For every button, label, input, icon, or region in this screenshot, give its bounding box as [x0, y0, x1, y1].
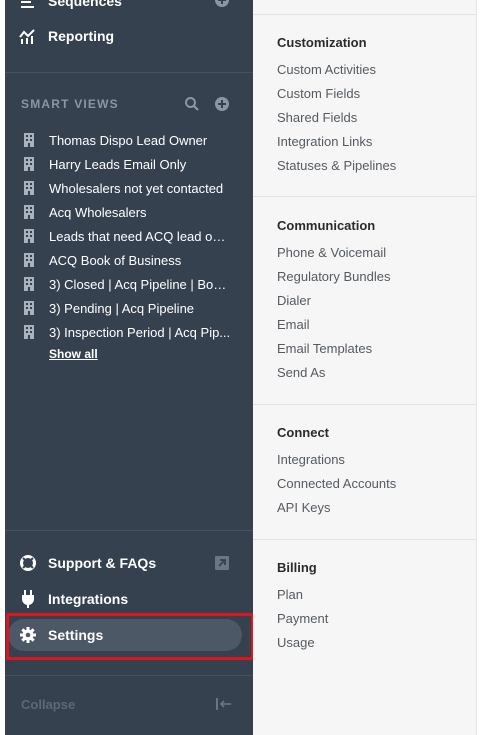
settings-link[interactable]: Integrations — [277, 452, 345, 467]
smart-view-label: 3) Inspection Period | Acq Pip... — [49, 324, 231, 340]
building-icon — [24, 181, 34, 195]
section-divider — [253, 196, 476, 197]
building-icon — [24, 277, 34, 291]
smart-view-label: ACQ Book of Business — [49, 252, 182, 268]
settings-link[interactable]: Integration Links — [277, 134, 372, 149]
external-link-icon[interactable] — [214, 555, 230, 571]
building-icon — [24, 301, 34, 315]
nav-item-sequences[interactable]: Sequences — [19, 0, 122, 10]
nav-label: Integrations — [48, 591, 129, 607]
building-icon — [24, 157, 34, 171]
settings-link[interactable]: Connected Accounts — [277, 476, 396, 491]
collapse-button[interactable]: Collapse — [21, 697, 75, 712]
show-all-link[interactable]: Show all — [49, 347, 98, 361]
smart-view-label: 3) Pending | Acq Pipeline — [49, 300, 195, 316]
settings-link[interactable]: Plan — [277, 587, 303, 602]
settings-link[interactable]: Custom Fields — [277, 86, 360, 101]
smart-view-item[interactable]: Acq Wholesalers — [23, 202, 231, 222]
sidebar: Sequences Reporting SMART VIEWS Thomas D… — [5, 0, 253, 735]
settings-highlight-box — [6, 613, 253, 660]
divider — [5, 530, 253, 531]
chart-icon — [19, 27, 37, 45]
nav-item-integrations[interactable]: Integrations — [19, 590, 128, 608]
lifebuoy-icon — [19, 554, 37, 572]
settings-link[interactable]: Regulatory Bundles — [277, 269, 390, 284]
smart-view-item[interactable]: Harry Leads Email Only — [23, 154, 231, 174]
settings-link[interactable]: Send As — [277, 365, 325, 380]
smart-view-item[interactable]: Wholesalers not yet contacted — [23, 178, 231, 198]
settings-link[interactable]: Shared Fields — [277, 110, 357, 125]
settings-link[interactable]: Email — [277, 317, 310, 332]
smart-view-item[interactable]: Thomas Dispo Lead Owner — [23, 130, 231, 150]
smart-views-heading: SMART VIEWS — [21, 97, 119, 111]
group-title-communication: Communication — [277, 218, 376, 233]
settings-link[interactable]: Payment — [277, 611, 328, 626]
group-title-connect: Connect — [277, 425, 329, 440]
nav-label: Support & FAQs — [48, 555, 157, 571]
settings-link[interactable]: Dialer — [277, 293, 311, 308]
settings-link[interactable]: Email Templates — [277, 341, 372, 356]
group-title-customization: Customization — [277, 35, 367, 50]
smart-view-label: Harry Leads Email Only — [49, 156, 187, 172]
building-icon — [24, 253, 34, 267]
list-icon — [19, 0, 37, 10]
settings-link[interactable]: Phone & Voicemail — [277, 245, 386, 260]
smart-view-item[interactable]: 3) Closed | Acq Pipeline | Boo... — [23, 274, 231, 294]
smart-view-item[interactable]: ACQ Book of Business — [23, 250, 231, 270]
smart-view-item[interactable]: 3) Inspection Period | Acq Pip... — [23, 322, 231, 342]
divider — [5, 675, 253, 676]
smart-view-item[interactable]: 3) Pending | Acq Pipeline — [23, 298, 231, 318]
smart-view-label: Wholesalers not yet contacted — [49, 180, 224, 196]
building-icon — [24, 325, 34, 339]
settings-link[interactable]: Usage — [277, 635, 315, 650]
building-icon — [24, 205, 34, 219]
nav-label: Reporting — [48, 28, 115, 44]
settings-link[interactable]: Custom Activities — [277, 62, 376, 77]
smart-view-label: Acq Wholesalers — [49, 204, 147, 220]
building-icon — [24, 229, 34, 243]
settings-link[interactable]: API Keys — [277, 500, 330, 515]
add-smart-view-icon[interactable] — [214, 96, 230, 112]
smart-view-item[interactable]: Leads that need ACQ lead ow... — [23, 226, 231, 246]
plug-icon — [19, 590, 37, 608]
collapse-arrow-icon[interactable] — [215, 697, 233, 711]
add-icon[interactable] — [214, 0, 230, 8]
settings-link[interactable]: Statuses & Pipelines — [277, 158, 396, 173]
building-icon — [24, 133, 34, 147]
section-divider — [253, 14, 476, 15]
section-divider — [253, 539, 476, 540]
smart-view-label: Leads that need ACQ lead ow... — [49, 228, 231, 244]
smart-view-label: Thomas Dispo Lead Owner — [49, 132, 208, 148]
divider — [5, 72, 253, 73]
search-icon[interactable] — [184, 96, 200, 112]
group-title-billing: Billing — [277, 560, 317, 575]
nav-item-support[interactable]: Support & FAQs — [19, 554, 156, 572]
smart-view-label: 3) Closed | Acq Pipeline | Boo... — [49, 276, 231, 292]
main-area-edge — [476, 0, 492, 735]
nav-item-reporting[interactable]: Reporting — [19, 27, 114, 45]
section-divider — [253, 404, 476, 405]
nav-label: Sequences — [48, 0, 122, 9]
